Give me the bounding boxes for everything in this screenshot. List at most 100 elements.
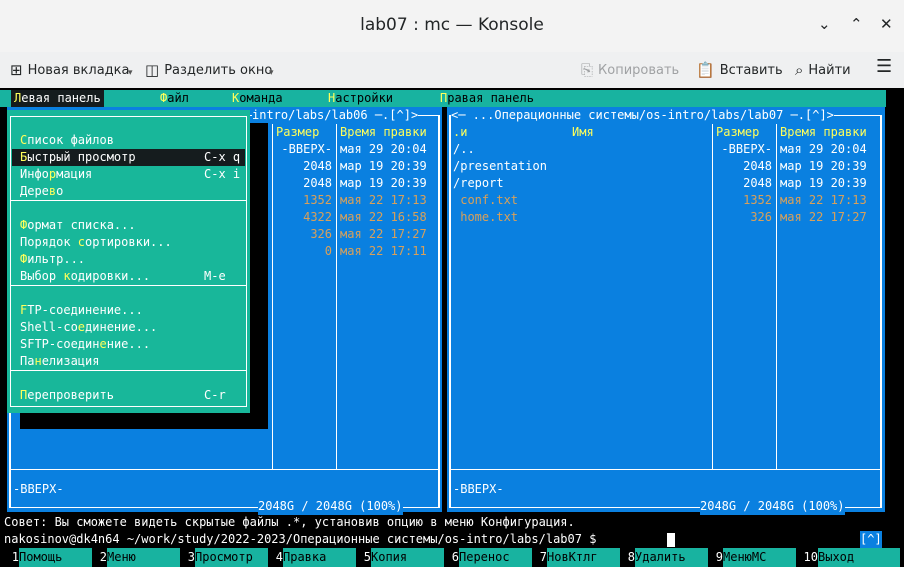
dropdown-item-6[interactable]: Фильтр... xyxy=(12,251,245,268)
konsole-toolbar: ⊞ Новая вкладка ▾ ◫ Разделить окно ▾ ⎘ Копи… xyxy=(0,52,904,89)
right-row-time[interactable]: мар 19 20:39 xyxy=(780,158,867,175)
left-row-size[interactable]: 0 xyxy=(276,243,332,260)
dropdown-item-shortcut: M-e xyxy=(204,269,226,283)
dropdown-item-0[interactable]: Список файлов xyxy=(12,132,245,149)
dropdown-item-pre: SFTP-соедин xyxy=(20,337,100,351)
left-row-time[interactable]: мая 22 17:13 xyxy=(340,192,427,209)
fkey-удалить[interactable]: Удалить xyxy=(635,548,708,567)
left-panel-border-r xyxy=(438,115,440,508)
dropdown-item-pre: Дере xyxy=(20,184,49,198)
dropdown-border-b xyxy=(10,406,247,407)
dropdown-border-t xyxy=(10,116,247,117)
dropdown-item-1[interactable]: Быстрый просмотр C-x q xyxy=(12,149,245,166)
right-row-name[interactable]: /.. xyxy=(453,141,475,158)
split-view-button[interactable]: ◫ Разделить окно xyxy=(145,60,272,81)
split-dropdown-icon[interactable]: ▾ xyxy=(269,68,274,78)
right-row-name[interactable]: home.txt xyxy=(453,209,518,226)
fkey-меню[interactable]: Меню xyxy=(107,548,180,567)
right-row-name[interactable]: /presentation xyxy=(453,158,547,175)
paste-button[interactable]: 📋 Вставить xyxy=(696,60,783,81)
left-row-time[interactable]: мая 29 20:04 xyxy=(340,141,427,158)
hamburger-menu-icon[interactable]: ☰ xyxy=(876,57,892,77)
left-row-time[interactable]: мая 22 17:11 xyxy=(340,243,427,260)
left-row-time[interactable]: мар 19 20:39 xyxy=(340,175,427,192)
copy-button[interactable]: ⎘ Копировать xyxy=(581,60,679,81)
fkey-правка[interactable]: Правка xyxy=(283,548,356,567)
left-row-size[interactable]: 4322 xyxy=(276,209,332,226)
right-row-name[interactable]: /report xyxy=(453,175,504,192)
copy-icon: ⎘ xyxy=(581,61,594,79)
dropdown-item-hotkey: к xyxy=(63,269,71,283)
dropdown-item-post: ние... xyxy=(106,337,151,351)
fkey-number: 5 xyxy=(356,548,371,567)
fkey-менюмс[interactable]: МенюМС xyxy=(723,548,796,567)
shell-prompt[interactable]: nakosinov@dk4n64 ~/work/study/2022-2023/… xyxy=(4,531,596,548)
minimize-button[interactable]: ⌄ xyxy=(818,13,831,35)
window-title: lab07 : mc — Konsole xyxy=(360,15,544,35)
left-row-time[interactable]: мая 22 16:58 xyxy=(340,209,427,226)
find-button[interactable]: ⌕ Найти xyxy=(795,60,851,81)
fkey-помощь[interactable]: Помощь xyxy=(19,548,92,567)
text-cursor xyxy=(667,533,675,547)
right-col-name-header: Имя xyxy=(572,125,594,139)
dropdown-item-post: писок файлов xyxy=(27,133,114,147)
right-panel-disk: 2048G / 2048G (100%) xyxy=(700,498,845,515)
right-row-size[interactable]: 326 xyxy=(716,209,772,226)
dropdown-item-2[interactable]: Информация C-x i xyxy=(12,166,245,183)
fkey-копия[interactable]: Копия xyxy=(371,548,444,567)
fkey-просмотр[interactable]: Просмотр xyxy=(195,548,268,567)
dropdown-item-3[interactable]: Дерево xyxy=(12,183,245,200)
right-row-size[interactable]: 2048 xyxy=(716,175,772,192)
fkey-перенос[interactable]: Перенос xyxy=(459,548,532,567)
dropdown-item-10[interactable]: SFTP-соединение... xyxy=(12,336,245,353)
menubar-item-1[interactable]: Файл xyxy=(157,90,192,107)
dropdown-item-post: ерепроверить xyxy=(27,388,114,402)
dropdown-item-pre: Инфо xyxy=(20,167,49,181)
maximize-button[interactable]: ⌃ xyxy=(850,13,863,35)
right-row-time[interactable]: мая 29 20:04 xyxy=(780,141,867,158)
fkey-выход[interactable]: Выход xyxy=(818,548,900,567)
fkey-number: 3 xyxy=(180,548,195,567)
menubar-item-0[interactable]: Левая панель xyxy=(11,90,104,107)
dropdown-item-post: мация xyxy=(56,167,93,181)
menubar-item-4[interactable]: Правая панель xyxy=(437,90,537,107)
dropdown-item-post: ильтр... xyxy=(27,252,86,266)
dropdown-item-4[interactable]: Формат списка... xyxy=(12,217,245,234)
left-row-size[interactable]: 2048 xyxy=(276,175,332,192)
menubar-item-3[interactable]: Настройки xyxy=(325,90,396,107)
dropdown-item-pre: Shell-со xyxy=(20,320,78,334)
dropdown-item-11[interactable]: Панелизация xyxy=(12,353,245,370)
dropdown-item-7[interactable]: Выбор кодировки... M-e xyxy=(12,268,245,285)
dropdown-item-pre: Порядок xyxy=(20,235,78,249)
menubar-item-2[interactable]: Команда xyxy=(229,90,286,107)
left-row-time[interactable]: мар 19 20:39 xyxy=(340,158,427,175)
right-row-time[interactable]: мая 22 17:13 xyxy=(780,192,867,209)
left-row-size[interactable]: 2048 xyxy=(276,158,332,175)
dropdown-item-8[interactable]: FTP-соединение... xyxy=(12,302,245,319)
close-button[interactable]: ✕ xyxy=(880,13,893,35)
dropdown-item-12[interactable]: Перепроверить C-r xyxy=(12,387,245,404)
dropdown-item-label: Shell-соединение... xyxy=(20,319,157,336)
fkey-новктлг[interactable]: НовКтлг xyxy=(547,548,620,567)
left-panel-dropdown: Список файлов Быстрый просмотр C-x q Информ… xyxy=(7,110,250,413)
right-row-size[interactable]: 1352 xyxy=(716,192,772,209)
dropdown-item-label: Информация xyxy=(20,166,92,183)
left-row-time[interactable]: мая 22 17:27 xyxy=(340,226,427,243)
new-tab-icon: ⊞ xyxy=(10,61,23,79)
left-row-size[interactable]: 1352 xyxy=(276,192,332,209)
left-row-size[interactable]: -ВВЕРХ- xyxy=(276,141,332,158)
right-row-name[interactable]: conf.txt xyxy=(453,192,518,209)
dropdown-border-l xyxy=(10,116,11,407)
right-row-time[interactable]: мая 22 17:27 xyxy=(780,209,867,226)
right-row-size[interactable]: 2048 xyxy=(716,158,772,175)
dropdown-item-9[interactable]: Shell-соединение... xyxy=(12,319,245,336)
right-row-time[interactable]: мар 19 20:39 xyxy=(780,175,867,192)
terminal-area[interactable]: Левая панель Файл Команда Настройки Правая п… xyxy=(0,88,904,567)
dropdown-item-5[interactable]: Порядок сортировки... xyxy=(12,234,245,251)
left-row-size[interactable]: 326 xyxy=(276,226,332,243)
dropdown-item-hotkey: е xyxy=(99,337,107,351)
dropdown-item-label: Перепроверить xyxy=(20,387,114,404)
right-row-size[interactable]: -ВВЕРХ- xyxy=(716,141,772,158)
new-tab-dropdown-icon[interactable]: ▾ xyxy=(128,68,133,78)
new-tab-button[interactable]: ⊞ Новая вкладка xyxy=(10,60,129,81)
